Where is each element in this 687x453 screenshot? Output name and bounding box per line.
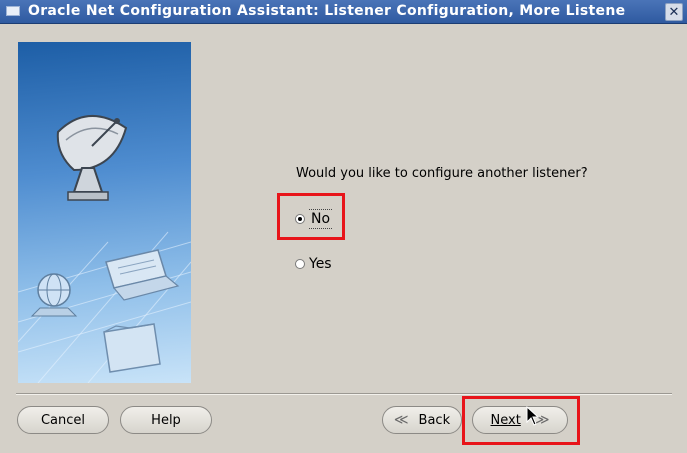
- button-separator: [16, 393, 672, 395]
- annotation-highlight-no: [277, 193, 345, 240]
- globe-icon: [30, 273, 78, 317]
- radio-button-yes[interactable]: [295, 259, 305, 269]
- radio-label-yes[interactable]: Yes: [309, 256, 332, 272]
- back-button-label: Back: [418, 412, 451, 428]
- close-button[interactable]: ✕: [665, 3, 683, 21]
- title-bar: Oracle Net Configuration Assistant: List…: [0, 0, 687, 24]
- window-menu-icon[interactable]: [6, 6, 20, 16]
- wizard-side-image: [18, 42, 191, 383]
- help-button-label: Help: [151, 412, 181, 428]
- cancel-button[interactable]: Cancel: [17, 406, 109, 434]
- satellite-dish-icon: [56, 115, 128, 201]
- cancel-button-label: Cancel: [40, 412, 86, 428]
- back-button[interactable]: ≪ Back: [382, 406, 462, 434]
- question-label: Would you like to configure another list…: [296, 166, 588, 181]
- window-title: Oracle Net Configuration Assistant: List…: [28, 3, 626, 19]
- laptop-icon: [105, 249, 180, 301]
- annotation-highlight-next: [462, 396, 580, 445]
- help-button[interactable]: Help: [120, 406, 212, 434]
- wizard-illustration: [18, 115, 191, 383]
- radio-option-yes[interactable]: Yes: [295, 256, 332, 272]
- folder-icon: [103, 323, 161, 373]
- back-chevron-icon: ≪: [393, 412, 409, 428]
